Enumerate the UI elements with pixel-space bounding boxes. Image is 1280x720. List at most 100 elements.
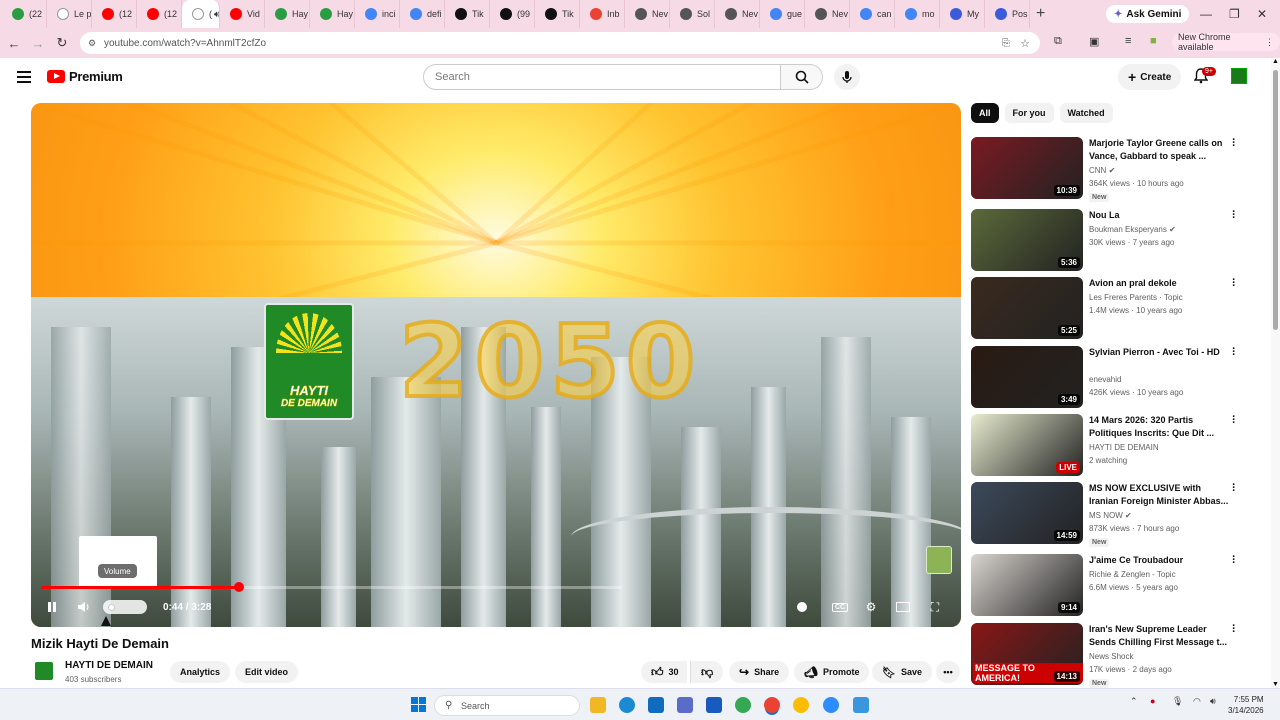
media-control-icon[interactable]: ≡ <box>1125 35 1131 47</box>
browser-tab[interactable]: mo <box>895 0 940 28</box>
browser-tab[interactable]: Hay <box>310 0 355 28</box>
install-icon[interactable]: ⎘ <box>1002 38 1010 49</box>
chrome-active-icon[interactable] <box>764 697 780 713</box>
video-thumbnail[interactable]: 3:49 <box>971 346 1083 408</box>
more-options-icon[interactable]: · · · <box>1229 207 1239 224</box>
new-tab-button[interactable]: + <box>1036 5 1056 23</box>
recommendation-channel[interactable]: Richie & Zenglen - Topic <box>1089 570 1176 579</box>
more-options-icon[interactable]: · · · <box>1229 275 1239 292</box>
profile-icon[interactable]: ■ <box>1150 35 1157 47</box>
zoom-icon[interactable] <box>823 697 839 713</box>
chip-all[interactable]: All <box>971 103 999 123</box>
create-button[interactable]: + Create <box>1118 64 1182 90</box>
video-thumbnail[interactable]: 5:36 <box>971 209 1083 271</box>
browser-tab[interactable]: Nev <box>805 0 850 28</box>
menu-icon[interactable] <box>17 71 31 86</box>
recommendation-item[interactable]: 9:14 J'aime Ce Troubadour Richie & Zenglen… <box>971 552 1261 616</box>
site-info-icon[interactable]: ⚙ <box>88 38 96 49</box>
fullscreen-button[interactable]: ⛶ <box>926 599 944 615</box>
save-button[interactable]: 🔖︎ Save <box>872 661 932 683</box>
recommendation-item[interactable]: 10:39 Marjorie Taylor Greene calls on Van… <box>971 135 1261 202</box>
new-chrome-available-button[interactable]: New Chrome available ⋮ <box>1172 32 1280 52</box>
settings-button[interactable]: ⚙ <box>862 599 880 615</box>
browser-tab[interactable]: inci <box>355 0 400 28</box>
recommendation-item[interactable]: 14:59 MS NOW EXCLUSIVE with Iranian Forei… <box>971 480 1261 547</box>
recommendation-item[interactable]: 5:36 Nou La Boukman Eksperyans ✔︎ 30K views… <box>971 207 1261 271</box>
recommendation-title[interactable]: 14 Mars 2026: 320 Partis Politiques Insc… <box>1089 414 1231 440</box>
account-avatar[interactable] <box>1231 68 1247 84</box>
edge-icon[interactable] <box>619 697 635 713</box>
browser-tab[interactable]: Le p <box>47 0 92 28</box>
recommendation-channel[interactable]: News Shock <box>1089 652 1133 661</box>
browser-tab[interactable]: Nev <box>715 0 760 28</box>
maximize-icon[interactable]: ❐ <box>1229 7 1240 21</box>
page-scrollbar[interactable]: ▲ ▼ <box>1271 58 1280 688</box>
promote-button[interactable]: 📣︎ Promote <box>794 661 870 683</box>
captions-button[interactable]: CC <box>829 599 851 615</box>
scroll-up-icon[interactable]: ▲ <box>1272 58 1279 65</box>
search-button[interactable] <box>781 64 823 90</box>
mute-button[interactable] <box>75 599 93 615</box>
recommendation-channel[interactable]: Les Freres Parents · Topic <box>1089 293 1183 302</box>
more-options-icon[interactable]: · · · <box>1229 344 1239 361</box>
recommendation-item[interactable]: 5:25 Avion an pral dekole Les Freres Paren… <box>971 275 1261 339</box>
microphone-tray-icon[interactable]: 🎙︎ <box>1172 696 1183 707</box>
teams-icon[interactable] <box>677 697 693 713</box>
more-options-icon[interactable]: · · · <box>1229 480 1239 497</box>
share-button[interactable]: ↪ Share <box>729 661 790 683</box>
browser-tab[interactable]: Tik <box>535 0 580 28</box>
recommendation-title[interactable]: Iran's New Supreme Leader Sends Chilling… <box>1089 623 1231 649</box>
dislike-button[interactable]: 👎︎ <box>690 661 724 683</box>
scroll-down-icon[interactable]: ▼ <box>1272 681 1279 688</box>
browser-tab[interactable]: (🔊︎✕ <box>182 0 220 28</box>
close-window-icon[interactable]: ✕ <box>1257 7 1267 21</box>
video-thumbnail[interactable]: MESSAGE TO AMERICA! 14:13 <box>971 623 1083 685</box>
autoplay-toggle[interactable] <box>793 599 811 615</box>
analytics-button[interactable]: Analytics <box>170 661 231 683</box>
search-input[interactable]: Search <box>423 64 781 90</box>
recommendation-title[interactable]: Avion an pral dekole <box>1089 277 1231 290</box>
extensions-icon[interactable]: ⧉ <box>1054 35 1062 48</box>
browser-tab[interactable]: (12 <box>137 0 182 28</box>
browser-tab[interactable]: gue <box>760 0 805 28</box>
chrome-icon[interactable] <box>735 697 751 713</box>
more-options-icon[interactable]: · · · <box>1229 621 1239 638</box>
chip-for-you[interactable]: For you <box>1004 103 1054 123</box>
more-options-icon[interactable]: · · · <box>1229 135 1239 152</box>
speaker-icon[interactable]: 🔊︎ <box>1210 696 1216 707</box>
recommendation-item[interactable]: MESSAGE TO AMERICA! 14:13 Iran's New Supre… <box>971 621 1261 688</box>
browser-tab[interactable]: defi <box>400 0 445 28</box>
video-player[interactable]: HAYTI DE DEMAIN 2050 Volume CC ⚙ ⛶ 0:44 … <box>31 103 961 627</box>
video-thumbnail[interactable]: 5:25 <box>971 277 1083 339</box>
browser-tab[interactable]: Sol <box>670 0 715 28</box>
browser-tab[interactable]: (99 <box>490 0 535 28</box>
recommendation-channel[interactable]: enevahid <box>1089 375 1121 384</box>
word-icon[interactable] <box>706 697 722 713</box>
recommendation-item[interactable]: LIVE 14 Mars 2026: 320 Partis Politiques … <box>971 412 1261 476</box>
minimize-icon[interactable]: — <box>1200 7 1212 21</box>
channel-name[interactable]: HAYTI DE DEMAIN <box>65 660 153 671</box>
theater-mode-button[interactable] <box>893 599 913 615</box>
tab-search-icon[interactable]: ▣ <box>1089 35 1099 48</box>
recommendation-title[interactable]: Sylvian Pierron - Avec Toi - HD <box>1089 346 1231 359</box>
chip-watched[interactable]: Watched <box>1059 103 1113 123</box>
volume-slider[interactable] <box>103 600 147 614</box>
more-actions-button[interactable]: ••• <box>936 661 960 683</box>
tab-audio-icon[interactable]: 🔊︎ <box>214 9 219 20</box>
more-options-icon[interactable]: · · · <box>1229 552 1239 569</box>
url-field[interactable]: ⚙ youtube.com/watch?v=AhnmlT2cfZo ⎘ ☆ <box>80 32 1040 54</box>
windows-start-icon[interactable] <box>411 697 427 713</box>
like-button[interactable]: 👍︎ 30 <box>641 661 687 683</box>
antivirus-icon[interactable]: ● <box>1150 696 1155 706</box>
tray-chevron-icon[interactable]: ⌃ <box>1130 696 1138 707</box>
scrollbar-thumb[interactable] <box>1273 70 1278 330</box>
file-explorer-icon[interactable] <box>590 697 606 713</box>
browser-tab[interactable]: (22 <box>2 0 47 28</box>
chrome-profile-icon[interactable] <box>793 697 809 713</box>
recommendation-title[interactable]: MS NOW EXCLUSIVE with Iranian Foreign Mi… <box>1089 482 1231 508</box>
system-clock[interactable]: 7:55 PM 3/14/2026 <box>1228 694 1264 716</box>
reload-icon[interactable]: ↻ <box>50 35 74 51</box>
volume-handle[interactable] <box>108 604 115 611</box>
recommendation-channel[interactable]: HAYTI DE DEMAIN <box>1089 443 1159 452</box>
video-thumbnail[interactable]: LIVE <box>971 414 1083 476</box>
